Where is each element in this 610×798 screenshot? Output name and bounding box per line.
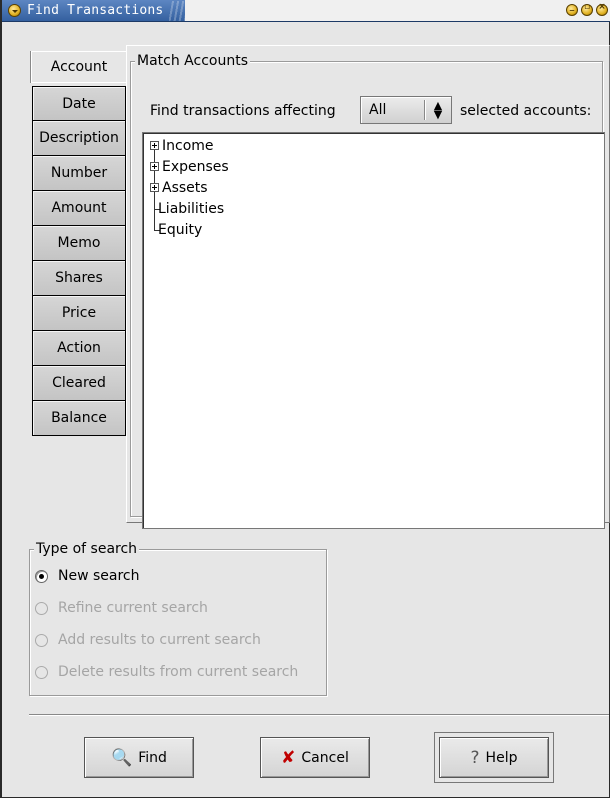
affecting-label: Find transactions affecting	[150, 103, 336, 119]
match-accounts-frame: Match Accounts Find transactions affecti…	[130, 53, 605, 529]
tree-row-label: Equity	[158, 221, 203, 238]
match-accounts-legend: Match Accounts	[135, 53, 250, 69]
tree-row-label: Income	[162, 137, 214, 154]
help-button-label: Help	[485, 749, 518, 766]
account-match-select-value: All	[369, 102, 387, 118]
tab-action[interactable]: Action	[32, 331, 126, 366]
button-separator	[29, 714, 609, 716]
maximize-icon[interactable]: ▫	[581, 2, 593, 16]
tree-row-label: Expenses	[162, 158, 229, 175]
selected-accounts-label: selected accounts:	[460, 103, 592, 119]
tree-row-label: Assets	[162, 179, 208, 196]
tree-row-income[interactable]: Income	[143, 135, 214, 156]
tree-row-liabilities[interactable]: Liabilities	[143, 198, 224, 219]
radio-checked-icon[interactable]	[35, 569, 48, 583]
cancel-button-label: Cancel	[301, 749, 349, 766]
find-button[interactable]: 🔍 Find	[84, 737, 194, 778]
close-icon[interactable]: ×	[596, 2, 608, 16]
radio-label: New search	[58, 568, 140, 584]
tab-shares[interactable]: Shares	[32, 261, 126, 296]
radio-add-results[interactable]: Add results to current search	[35, 632, 261, 648]
tree-row-equity[interactable]: Equity	[143, 219, 202, 240]
radio-label: Delete results from current search	[58, 664, 299, 680]
cancel-button[interactable]: ✘ Cancel	[260, 737, 370, 778]
radio-new-search[interactable]: New search	[35, 568, 140, 584]
account-tree[interactable]: Income Expenses Assets Liabilities Equit…	[142, 132, 605, 529]
window-title: Find Transactions	[27, 3, 164, 18]
radio-icon[interactable]	[35, 601, 48, 615]
help-button[interactable]: ? Help	[439, 737, 549, 778]
help-question-icon: ?	[470, 747, 480, 768]
radio-icon[interactable]	[35, 665, 48, 679]
expand-icon[interactable]	[150, 141, 159, 150]
tree-row-label: Liabilities	[158, 200, 225, 217]
tab-amount[interactable]: Amount	[32, 191, 126, 226]
tab-cleared[interactable]: Cleared	[32, 366, 126, 401]
radio-refine-search[interactable]: Refine current search	[35, 600, 208, 616]
tree-row-assets[interactable]: Assets	[143, 177, 208, 198]
tab-number[interactable]: Number	[32, 156, 126, 191]
tree-row-expenses[interactable]: Expenses	[143, 156, 229, 177]
tab-description[interactable]: Description	[32, 121, 126, 156]
up-down-arrows-icon: ▲ ▼	[433, 99, 443, 121]
find-transactions-window: Find Transactions _ ▫ × Account Date Des…	[0, 0, 610, 798]
tab-date[interactable]: Date	[32, 86, 126, 121]
expand-icon[interactable]	[150, 162, 159, 171]
account-match-select[interactable]: All ▲ ▼	[360, 96, 452, 124]
radio-delete-results[interactable]: Delete results from current search	[35, 664, 298, 680]
window-menu-icon[interactable]	[8, 4, 21, 17]
minimize-icon[interactable]: _	[566, 2, 578, 16]
find-magnifier-icon: 🔍	[111, 747, 133, 768]
find-button-label: Find	[138, 749, 167, 766]
expand-icon[interactable]	[150, 183, 159, 192]
radio-label: Add results to current search	[58, 632, 261, 648]
tab-price[interactable]: Price	[32, 296, 126, 331]
radio-label: Refine current search	[58, 600, 208, 616]
title-bar-fill	[185, 0, 610, 21]
account-tab-page: Match Accounts Find transactions affecti…	[126, 45, 610, 529]
type-of-search-legend: Type of search	[34, 541, 140, 557]
tab-balance[interactable]: Balance	[32, 401, 126, 436]
radio-icon[interactable]	[35, 633, 48, 647]
criteria-tabs: Account Date Description Number Amount M…	[31, 51, 126, 436]
title-bar-grip	[169, 0, 186, 21]
cancel-x-icon: ✘	[281, 747, 296, 768]
type-of-search-frame: Type of search New search Refine current…	[29, 541, 327, 696]
tab-account[interactable]: Account	[31, 51, 126, 83]
tab-memo[interactable]: Memo	[32, 226, 126, 261]
title-bar[interactable]: Find Transactions _ ▫ ×	[2, 0, 610, 22]
